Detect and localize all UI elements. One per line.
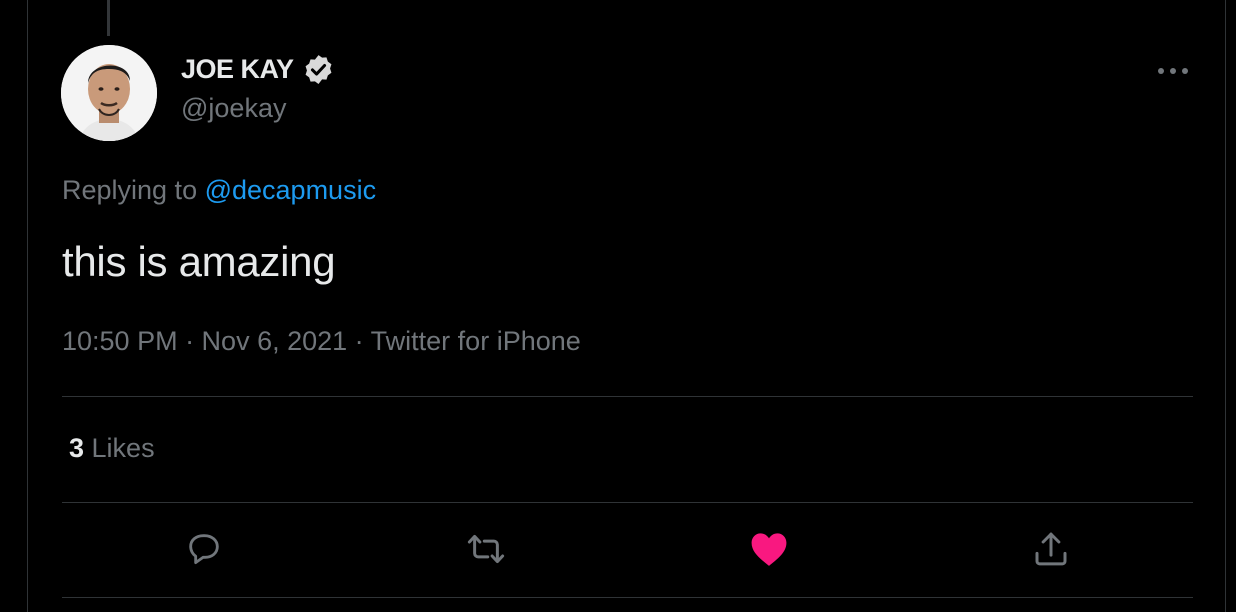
mention-link[interactable]: @decapmusic (205, 175, 376, 205)
column-border-left (27, 0, 28, 612)
replying-to: Replying to @decapmusic (62, 175, 376, 206)
speech-bubble-icon (184, 529, 224, 574)
thread-connector-line (107, 0, 110, 36)
verified-badge-icon (302, 53, 335, 86)
share-button[interactable] (1028, 528, 1074, 574)
replying-to-label: Replying to (62, 175, 205, 205)
avatar[interactable] (61, 45, 157, 141)
divider (62, 502, 1193, 503)
like-button[interactable] (746, 528, 792, 574)
retweet-button[interactable] (463, 528, 509, 574)
likes-stat[interactable]: 3 Likes (69, 433, 155, 464)
tweet-timestamp-source[interactable]: 10:50 PM · Nov 6, 2021 · Twitter for iPh… (62, 326, 581, 357)
divider (62, 597, 1193, 598)
author-handle[interactable]: @joekay (181, 93, 286, 124)
heart-icon (747, 527, 791, 576)
reply-button[interactable] (181, 528, 227, 574)
author-display-name[interactable]: JOE KAY (181, 54, 294, 85)
column-border-right (1225, 0, 1226, 612)
author-name-row[interactable]: JOE KAY (181, 53, 335, 86)
divider (62, 396, 1193, 397)
retweet-arrows-icon (465, 528, 507, 575)
more-options-icon[interactable] (1154, 56, 1192, 86)
share-upload-icon (1030, 528, 1072, 575)
tweet-text: this is amazing (62, 238, 336, 285)
likes-count: 3 (69, 433, 85, 463)
user-avatar-photo (61, 45, 157, 141)
likes-label: Likes (84, 433, 155, 463)
